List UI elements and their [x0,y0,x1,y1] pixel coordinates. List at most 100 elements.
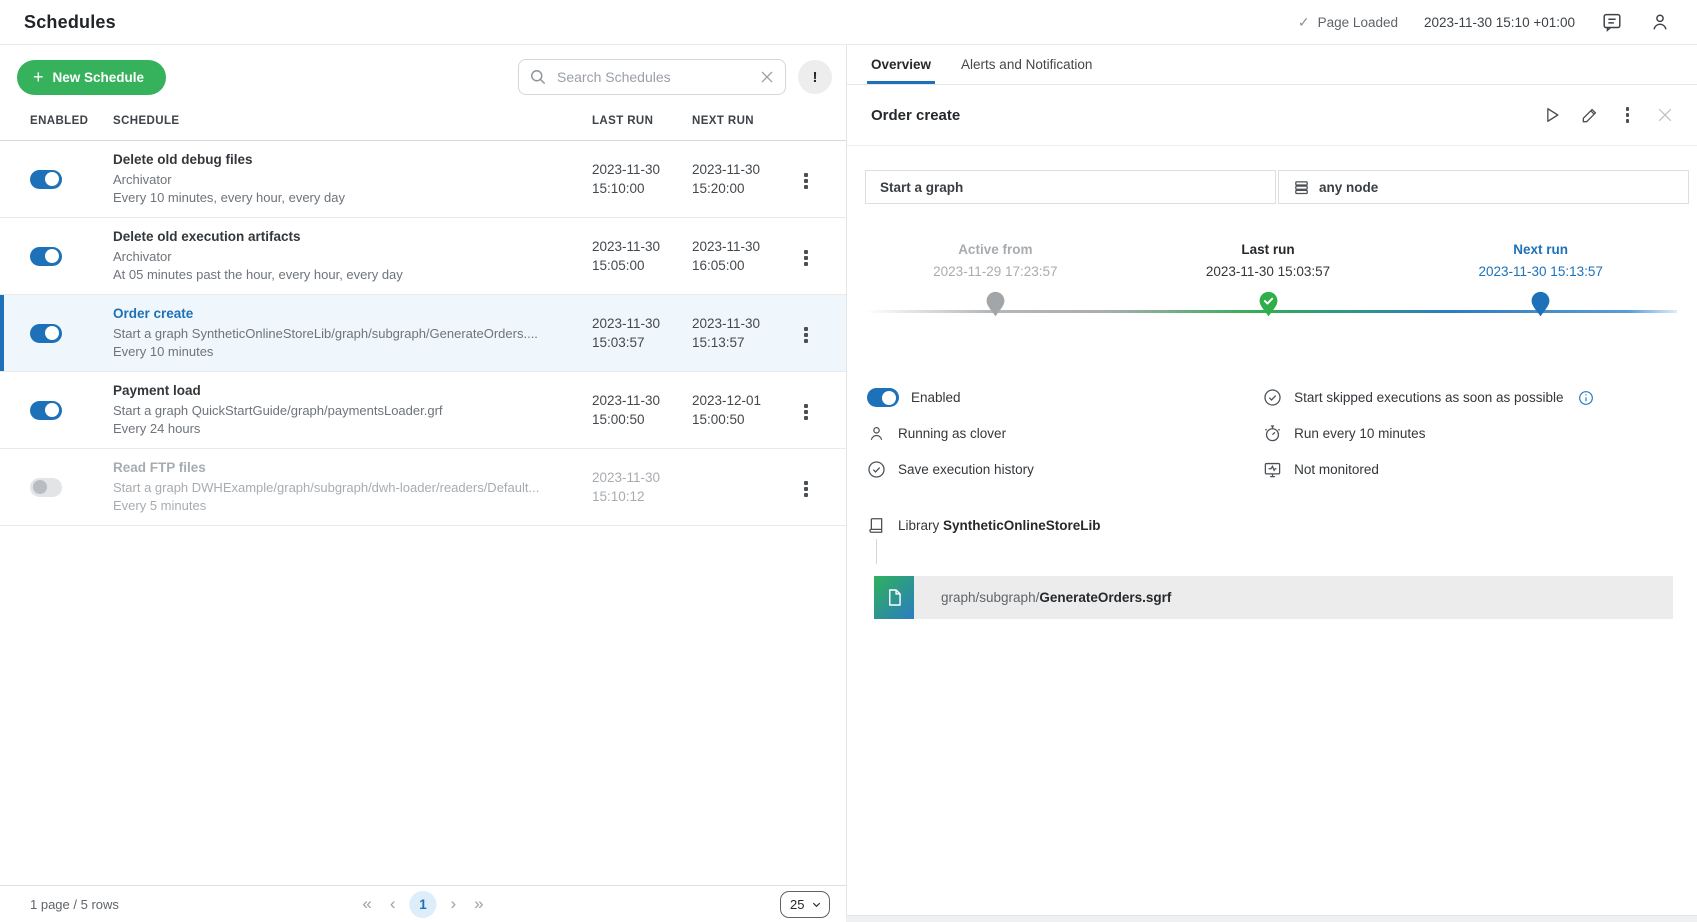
enabled-toggle[interactable] [30,170,62,189]
schedule-recurrence: Every 10 minutes [113,343,592,361]
detail-header: Order create [847,85,1697,146]
chat-icon[interactable] [1601,11,1623,33]
check-circle-icon [867,460,886,479]
row-menu-button[interactable] [796,167,816,195]
timeline-next-run[interactable]: Next run 2023-11-30 15:13:57 [1404,242,1677,320]
next-run-cell: 2023-12-0115:00:50 [692,391,796,429]
enabled-toggle[interactable] [30,324,62,343]
library-name: SyntheticOnlineStoreLib [943,518,1101,533]
user-icon[interactable] [1649,11,1671,33]
detail-title: Order create [871,107,960,124]
schedule-name: Order create [113,306,592,321]
active-from-pin-icon [985,290,1006,320]
clear-search-icon[interactable] [757,67,777,87]
page-summary: 1 page / 5 rows [30,897,119,912]
schedule-recurrence: Every 10 minutes, every hour, every day [113,189,592,207]
schedule-properties: Enabled Start skipped executions as soon… [847,386,1697,481]
check-icon: ✓ [1298,14,1310,31]
new-schedule-button[interactable]: + New Schedule [17,60,166,95]
row-menu-button[interactable] [796,398,816,426]
next-run-pin-icon [1530,290,1551,320]
graph-file-badge [874,576,914,619]
table-row[interactable]: Read FTP files Start a graph DWHExample/… [0,449,846,526]
more-actions-icon[interactable] [1618,101,1638,129]
pagination-bar: 1 page / 5 rows « ‹ 1 › » 25 [0,885,846,922]
job-type-select[interactable]: Start a graph [865,170,1276,204]
graph-file-name: GenerateOrders.sgrf [1039,590,1171,605]
schedule-detail: Start a graph QuickStartGuide/graph/paym… [113,402,592,420]
running-as-property: Running as clover [867,422,1263,445]
previous-page-button[interactable]: ‹ [386,894,400,914]
monitor-pulse-icon [1263,460,1282,479]
next-page-button[interactable]: › [447,894,461,914]
column-enabled: ENABLED [30,115,113,140]
schedule-name: Delete old debug files [113,152,592,167]
last-page-button[interactable]: » [470,894,487,914]
list-toolbar: + New Schedule ! [0,45,846,107]
column-schedule: SCHEDULE [113,115,592,140]
schedule-detail: Archivator [113,248,592,266]
current-page-button[interactable]: 1 [410,891,437,918]
execution-history-property: Save execution history [867,458,1263,481]
page-status-label: Page Loaded [1318,15,1398,30]
row-menu-button[interactable] [796,475,816,503]
first-page-button[interactable]: « [358,894,375,914]
enabled-property: Enabled [867,386,1263,409]
schedule-detail-panel: Overview Alerts and Notification Order c… [846,45,1697,916]
library-icon [867,516,886,535]
check-circle-icon [1263,388,1282,407]
table-row-selected[interactable]: Order create Start a graph SyntheticOnli… [0,295,846,372]
job-config-row: Start a graph any node [847,146,1697,204]
tab-overview[interactable]: Overview [871,45,931,84]
table-row[interactable]: Delete old debug files Archivator Every … [0,141,846,218]
alerts-indicator-button[interactable]: ! [798,60,832,94]
row-menu-button[interactable] [796,321,816,349]
chevron-down-icon [811,899,822,910]
stopwatch-icon [1263,424,1282,443]
next-run-cell: 2023-11-3016:05:00 [692,237,796,275]
schedules-table: Delete old debug files Archivator Every … [0,140,846,526]
column-next-run: NEXT RUN [692,115,796,140]
schedule-recurrence: Every 5 minutes [113,497,592,515]
top-bar: Schedules ✓ Page Loaded 2023-11-30 15:10… [0,0,1697,45]
next-run-cell: 2023-11-3015:20:00 [692,160,796,198]
last-run-cell: 2023-11-3015:00:50 [592,391,692,429]
info-icon[interactable] [1578,390,1594,406]
node-select[interactable]: any node [1278,170,1689,204]
schedule-timeline: Active from 2023-11-29 17:23:57 Last run… [859,242,1677,320]
library-label: Library [898,518,939,533]
row-menu-button[interactable] [796,244,816,272]
table-row[interactable]: Payment load Start a graph QuickStartGui… [0,372,846,449]
page-size-select[interactable]: 25 [780,891,830,918]
graph-file-item[interactable]: graph/subgraph/GenerateOrders.sgrf [874,576,1673,619]
enabled-toggle[interactable] [30,401,62,420]
server-timestamp: 2023-11-30 15:10 +01:00 [1424,15,1575,30]
run-icon[interactable] [1542,105,1562,125]
library-connector-line [876,539,877,564]
user-icon [867,424,886,443]
schedules-app: Schedules ✓ Page Loaded 2023-11-30 15:10… [0,0,1697,922]
last-run-cell: 2023-11-3015:10:00 [592,160,692,198]
timeline-last-run: Last run 2023-11-30 15:03:57 [1132,242,1405,320]
schedule-recurrence: At 05 minutes past the hour, every hour,… [113,266,592,284]
edit-icon[interactable] [1580,105,1600,125]
enabled-toggle[interactable] [30,478,62,497]
page-status: ✓ Page Loaded [1298,14,1398,31]
last-run-cell: 2023-11-3015:03:57 [592,314,692,352]
last-run-pin-icon [1258,290,1279,320]
table-row[interactable]: Delete old execution artifacts Archivato… [0,218,846,295]
library-info: Library SyntheticOnlineStoreLib [867,516,1697,535]
close-icon[interactable] [1655,105,1675,125]
last-run-cell: 2023-11-3015:05:00 [592,237,692,275]
enabled-toggle[interactable] [867,388,899,407]
schedule-name: Payment load [113,383,592,398]
enabled-toggle[interactable] [30,247,62,266]
tab-alerts-and-notification[interactable]: Alerts and Notification [961,45,1092,84]
search-input[interactable] [518,59,786,95]
timeline-active-from: Active from 2023-11-29 17:23:57 [859,242,1132,320]
column-last-run: LAST RUN [592,115,692,140]
table-header: ENABLED SCHEDULE LAST RUN NEXT RUN [0,107,846,140]
schedule-name: Delete old execution artifacts [113,229,592,244]
schedule-detail: Start a graph DWHExample/graph/subgraph/… [113,479,592,497]
graph-file-path: graph/subgraph/ [941,590,1039,605]
